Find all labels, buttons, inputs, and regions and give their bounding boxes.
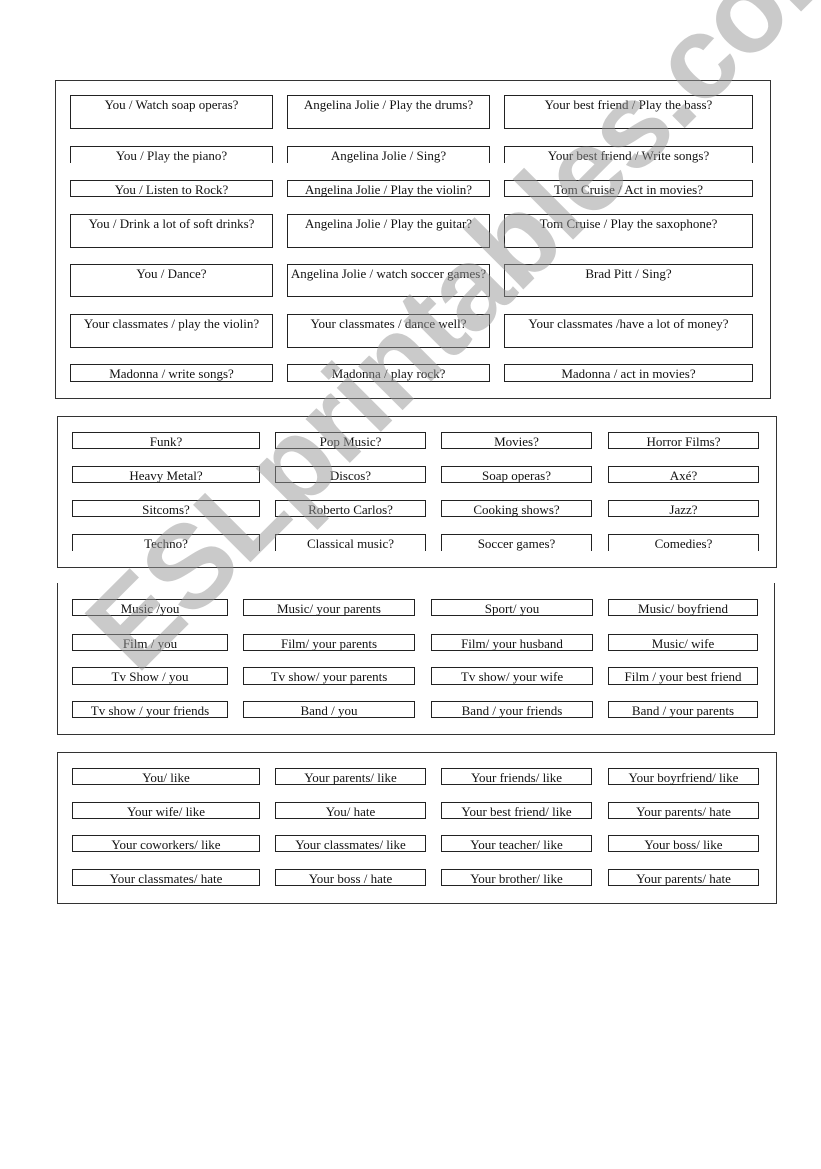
section2-card: Movies? [441,432,592,449]
section4-card: Your teacher/ like [441,835,592,852]
section2-card: Classical music? [275,534,426,551]
section1-card: You / Play the piano? [70,146,273,163]
section1-card: You / Drink a lot of soft drinks? [70,214,273,248]
section4-card: Your boss/ like [608,835,759,852]
section3-card: Film/ your parents [243,634,415,651]
section1-card: Angelina Jolie / Play the drums? [287,95,490,129]
section3-card: Band / your parents [608,701,758,718]
section1-card: Madonna / play rock? [287,364,490,382]
section1-card: Angelina Jolie / Play the guitar? [287,214,490,248]
section2-card: Heavy Metal? [72,466,260,483]
section2-card: Jazz? [608,500,759,517]
section1-card: Your classmates /have a lot of money? [504,314,753,348]
section1-card: Angelina Jolie / Sing? [287,146,490,163]
section4-card: Your boyrfriend/ like [608,768,759,785]
section4-card: Your boss / hate [275,869,426,886]
section3-card: Music/ wife [608,634,758,651]
section4-card: Your parents/ hate [608,869,759,886]
section3-card: Band / your friends [431,701,593,718]
section3-card: Tv show/ your wife [431,667,593,685]
section1-card: Your best friend / Play the bass? [504,95,753,129]
section3-card: Tv show/ your parents [243,667,415,685]
section2-card: Funk? [72,432,260,449]
section2-card: Axé? [608,466,759,483]
section1-card: Your best friend / Write songs? [504,146,753,163]
section2-card: Techno? [72,534,260,551]
section4-card: You/ hate [275,802,426,819]
section3-card: Film / your best friend [608,667,758,685]
section2-card: Soccer games? [441,534,592,551]
section1-card: You / Listen to Rock? [70,180,273,197]
section4-card: Your classmates/ like [275,835,426,852]
section1-card: Tom Cruise / Act in movies? [504,180,753,197]
section2-card: Pop Music? [275,432,426,449]
section2-card: Horror Films? [608,432,759,449]
section3-card: Tv show / your friends [72,701,228,718]
section4-card: Your wife/ like [72,802,260,819]
section4-card: Your friends/ like [441,768,592,785]
section1-card: Your classmates / dance well? [287,314,490,348]
section3-card: Film / you [72,634,228,651]
section3-card: Film/ your husband [431,634,593,651]
section2-card: Sitcoms? [72,500,260,517]
section1-card: You / Watch soap operas? [70,95,273,129]
section1-card: Brad Pitt / Sing? [504,264,753,297]
section3-card: Music/ your parents [243,599,415,616]
section1-card: Tom Cruise / Play the saxophone? [504,214,753,248]
section4-card: You/ like [72,768,260,785]
section2-card: Discos? [275,466,426,483]
section3-card: Tv Show / you [72,667,228,685]
section1-card: Angelina Jolie / Play the violin? [287,180,490,197]
section3-card: Music /you [72,599,228,616]
section1-card: Your classmates / play the violin? [70,314,273,348]
section2-card: Soap operas? [441,466,592,483]
section1-card: Madonna / act in movies? [504,364,753,382]
section3-card: Music/ boyfriend [608,599,758,616]
section4-card: Your parents/ like [275,768,426,785]
section1-card: You / Dance? [70,264,273,297]
section4-card: Your coworkers/ like [72,835,260,852]
section1-card: Angelina Jolie / watch soccer games? [287,264,490,297]
section4-card: Your best friend/ like [441,802,592,819]
section3-card: Sport/ you [431,599,593,616]
section4-card: Your parents/ hate [608,802,759,819]
section2-card: Cooking shows? [441,500,592,517]
section2-card: Roberto Carlos? [275,500,426,517]
section4-card: Your classmates/ hate [72,869,260,886]
section1-card: Madonna / write songs? [70,364,273,382]
section4-card: Your brother/ like [441,869,592,886]
section2-card: Comedies? [608,534,759,551]
section3-card: Band / you [243,701,415,718]
